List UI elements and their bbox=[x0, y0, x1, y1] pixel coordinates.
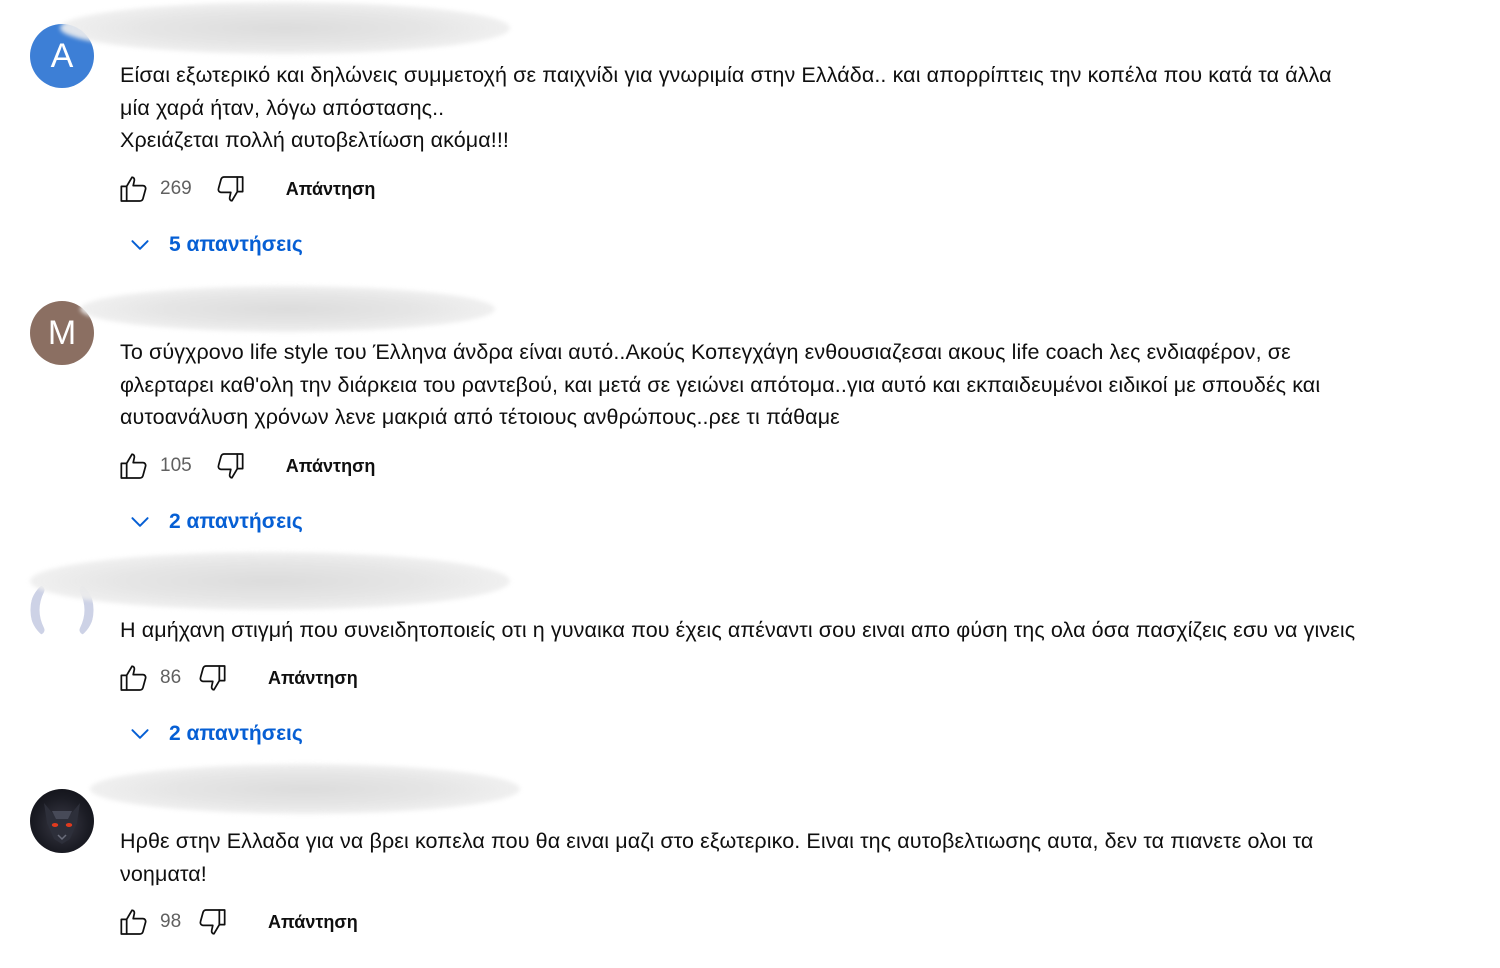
redacted-username bbox=[90, 764, 520, 814]
thumbs-down-icon bbox=[199, 909, 226, 935]
comment-actions: 98 Απάντηση bbox=[118, 906, 358, 938]
comment-text: Ηρθε στην Ελλαδα για να βρει κοπελα που … bbox=[120, 829, 1314, 886]
wolf-avatar-icon bbox=[44, 803, 80, 844]
like-count: 98 bbox=[160, 911, 182, 932]
reply-button[interactable]: Απάντηση bbox=[268, 912, 358, 933]
avatar[interactable] bbox=[30, 789, 94, 853]
dislike-button[interactable] bbox=[196, 906, 228, 938]
thumbs-up-icon bbox=[120, 909, 147, 935]
like-button[interactable] bbox=[118, 906, 150, 938]
comment-thread: Ηρθε στην Ελλαδα για να βρει κοπελα που … bbox=[0, 0, 1500, 968]
